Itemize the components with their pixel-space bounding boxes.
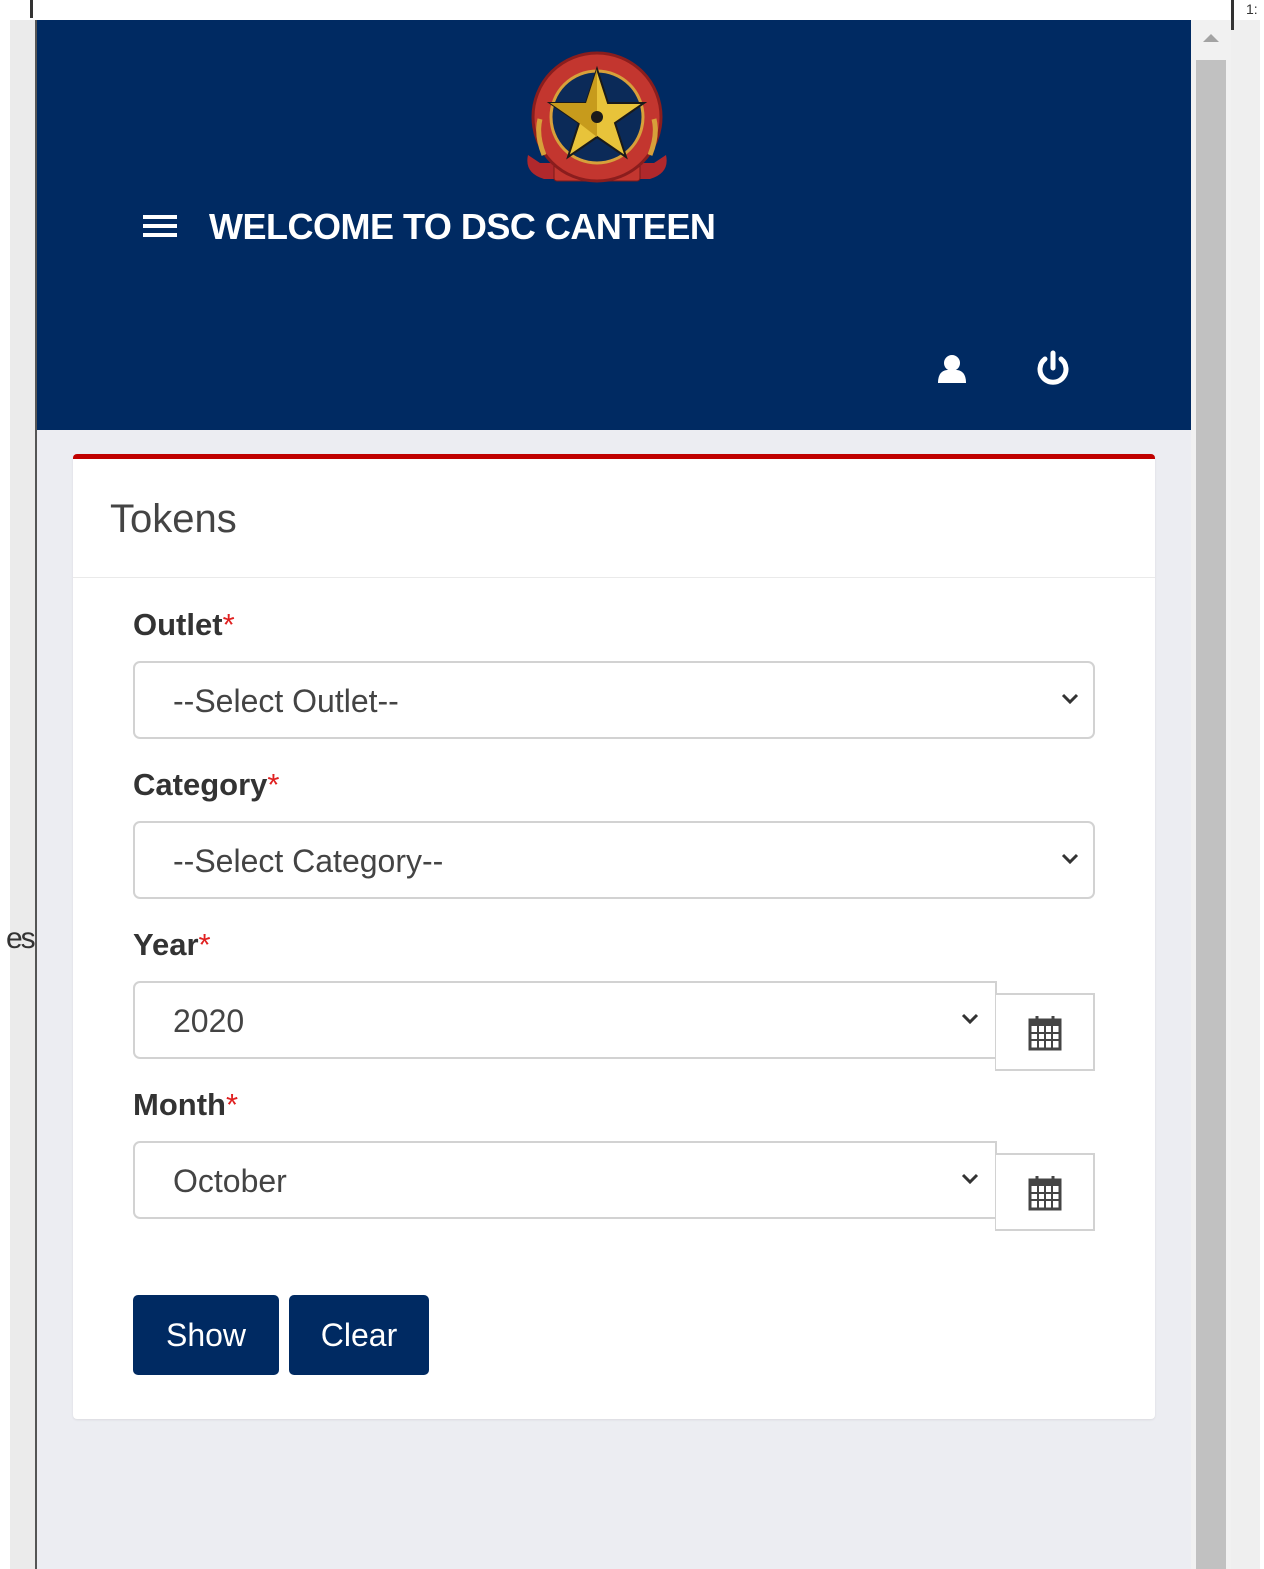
- page-title: WELCOME TO DSC CANTEEN: [209, 206, 716, 247]
- card-header: Tokens: [73, 459, 1155, 578]
- dsc-logo: [527, 51, 667, 183]
- outlet-label: Outlet*: [133, 607, 235, 642]
- year-label: Year*: [133, 927, 211, 962]
- hamburger-menu-icon[interactable]: [143, 212, 177, 240]
- scrollbar-thumb[interactable]: [1196, 60, 1226, 1569]
- category-label: Category*: [133, 767, 280, 802]
- background-fragment-text-right: 1:: [1246, 1, 1258, 17]
- category-group: Category* --Select Category--: [133, 767, 1095, 899]
- month-group: Month* October: [133, 1087, 1095, 1231]
- category-select[interactable]: --Select Category--: [133, 821, 1095, 899]
- top-header: WELCOME TO DSC CANTEEN: [37, 20, 1191, 430]
- required-mark: *: [267, 767, 280, 802]
- chevron-down-icon: [961, 1013, 979, 1025]
- year-calendar-button[interactable]: [995, 993, 1095, 1071]
- background-left-strip: [10, 20, 36, 1569]
- month-select-value: October: [173, 1163, 287, 1199]
- vertical-scrollbar[interactable]: [1191, 20, 1231, 1569]
- year-select[interactable]: 2020: [133, 981, 997, 1059]
- background-fragment: [1231, 0, 1234, 30]
- calendar-icon: [1028, 1016, 1062, 1051]
- required-mark: *: [198, 927, 211, 962]
- tokens-card: Tokens Outlet* --Select Outlet-- Categor…: [73, 454, 1155, 1419]
- outlet-group: Outlet* --Select Outlet--: [133, 607, 1095, 739]
- chevron-down-icon: [1061, 853, 1079, 865]
- calendar-icon: [1028, 1176, 1062, 1211]
- year-group: Year* 2020: [133, 927, 1095, 1071]
- background-right-strip: [1230, 20, 1260, 1569]
- user-icon[interactable]: [937, 353, 967, 385]
- category-select-value: --Select Category--: [173, 843, 444, 879]
- scroll-up-arrow-icon[interactable]: [1203, 34, 1219, 42]
- clear-button[interactable]: Clear: [289, 1295, 429, 1375]
- year-select-value: 2020: [173, 1003, 245, 1039]
- background-fragment: [30, 0, 33, 18]
- show-button[interactable]: Show: [133, 1295, 279, 1375]
- month-select[interactable]: October: [133, 1141, 997, 1219]
- background-fragment-text: es: [6, 922, 36, 955]
- required-mark: *: [222, 607, 235, 642]
- card-title: Tokens: [110, 497, 237, 541]
- app-window: WELCOME TO DSC CANTEEN Tokens Outlet* --…: [35, 20, 1231, 1569]
- required-mark: *: [225, 1087, 239, 1122]
- outlet-select-value: --Select Outlet--: [173, 683, 399, 719]
- month-label: Month*: [133, 1087, 239, 1122]
- month-calendar-button[interactable]: [995, 1153, 1095, 1231]
- chevron-down-icon: [961, 1173, 979, 1185]
- outlet-select[interactable]: --Select Outlet--: [133, 661, 1095, 739]
- power-icon[interactable]: [1034, 350, 1072, 388]
- chevron-down-icon: [1061, 693, 1079, 705]
